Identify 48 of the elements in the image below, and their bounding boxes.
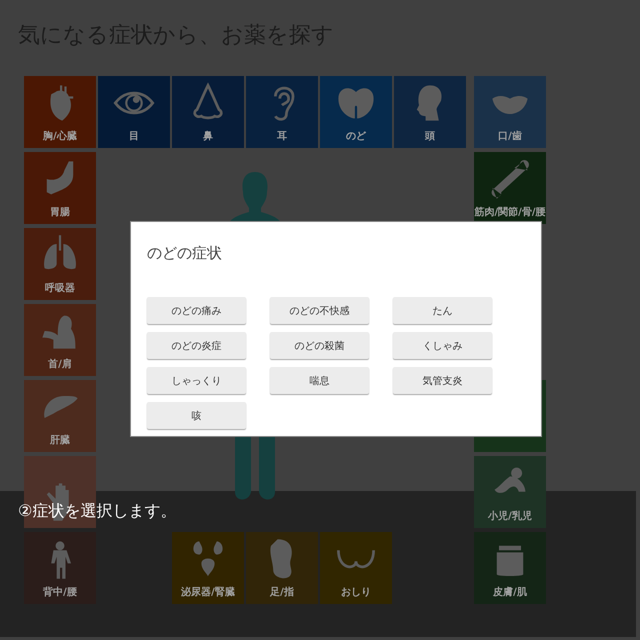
category-tile[interactable]: 鼻 <box>172 76 244 148</box>
category-tile[interactable]: のど <box>320 76 392 148</box>
tile-label: おしり <box>341 586 371 599</box>
category-tile[interactable]: 小児/乳児 <box>474 456 546 528</box>
symptom-button[interactable]: たん <box>393 297 492 324</box>
category-tile[interactable]: 背中/腰 <box>24 532 96 604</box>
symptom-button[interactable]: のどの痛み <box>147 297 246 324</box>
category-tile[interactable]: 口/歯 <box>474 76 546 148</box>
tile-label: 鼻 <box>203 130 213 143</box>
symptom-button[interactable]: 気管支炎 <box>393 367 492 394</box>
tile-label: 肝臓 <box>50 434 70 447</box>
category-tile[interactable]: 泌尿器/腎臓 <box>172 532 244 604</box>
category-tile[interactable]: おしり <box>320 532 392 604</box>
category-tile[interactable]: 足/指 <box>246 532 318 604</box>
category-tile[interactable]: 頭 <box>394 76 466 148</box>
tile-label: 足/指 <box>270 586 294 599</box>
category-tile[interactable]: 皮膚/肌 <box>474 532 546 604</box>
symptom-button[interactable]: のどの炎症 <box>147 332 246 359</box>
tile-label: 背中/腰 <box>43 586 77 599</box>
tile-label: 呼吸器 <box>45 282 75 295</box>
caption-text: ②症状を選択します。 <box>18 501 176 520</box>
symptom-button[interactable]: のどの不快感 <box>270 297 369 324</box>
tile-label: 筋肉/関節/骨/腰 <box>474 206 546 219</box>
category-tile[interactable]: 呼吸器 <box>24 228 96 300</box>
tile-label: 首/肩 <box>48 357 72 371</box>
tile-label: 胸/心臓 <box>43 129 77 143</box>
tile-label: 目 <box>129 130 139 143</box>
symptom-button[interactable]: のどの殺菌 <box>270 332 369 359</box>
tile-label: 口/歯 <box>498 130 522 143</box>
category-tile[interactable]: 耳 <box>246 76 318 148</box>
tile-label: のど <box>346 130 366 143</box>
category-tile[interactable]: 首/肩 <box>24 304 96 376</box>
tile-label: 皮膚/肌 <box>493 586 527 599</box>
tile-label: 頭 <box>425 130 435 143</box>
tile-label: 耳 <box>277 130 287 143</box>
tile-label: 胃腸 <box>50 206 70 219</box>
category-tile[interactable]: 胃腸 <box>24 152 96 224</box>
tile-label: 泌尿器/腎臓 <box>181 586 235 599</box>
symptom-button[interactable]: 咳 <box>147 402 246 429</box>
category-tile[interactable]: 胸/心臓 <box>24 76 96 148</box>
category-tile[interactable]: 筋肉/関節/骨/腰 <box>474 152 546 224</box>
symptom-button[interactable]: しゃっくり <box>147 367 246 394</box>
symptom-button[interactable]: くしゃみ <box>393 332 492 359</box>
symptom-button[interactable]: 喘息 <box>270 367 369 394</box>
dialog-title: のどの症状 <box>147 244 223 263</box>
tile-label: 小児/乳児 <box>488 510 532 523</box>
category-tile[interactable]: 目 <box>98 76 170 148</box>
category-tile[interactable]: 肝臓 <box>24 380 96 452</box>
